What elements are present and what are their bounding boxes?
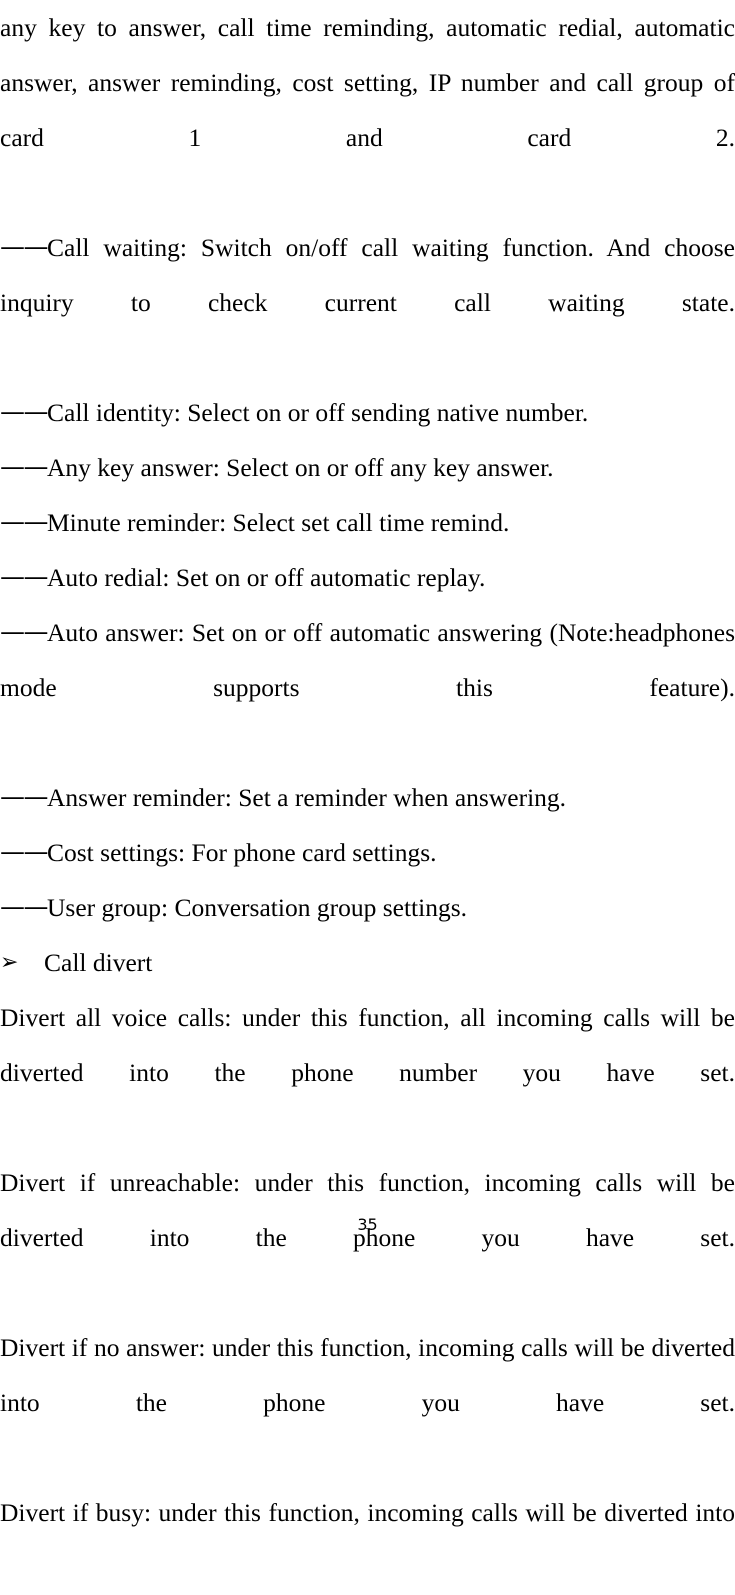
document-page: any key to answer, call time reminding, … <box>0 0 735 1527</box>
dash-item-text: Auto redial: Set on or off automatic rep… <box>47 563 486 592</box>
dash-item-user-group: ——User group: Conversation group setting… <box>0 880 735 935</box>
section-heading-call-divert: ➢ Call divert <box>0 935 735 990</box>
em-dash-prefix-icon: —— <box>0 507 49 536</box>
section-heading-label: Call divert <box>44 948 153 977</box>
divert-paragraph-all-voice-calls: Divert all voice calls: under this funct… <box>0 1003 735 1087</box>
dash-item-any-key-answer: ——Any key answer: Select on or off any k… <box>0 440 735 495</box>
dash-item-text: Answer reminder: Set a reminder when ans… <box>47 783 567 812</box>
page-footer: 35 <box>0 1214 735 1236</box>
dash-item-auto-redial: ——Auto redial: Set on or off automatic r… <box>0 550 735 605</box>
dash-item-call-identity: ——Call identity: Select on or off sendin… <box>0 385 735 440</box>
dash-item-minute-reminder: ——Minute reminder: Select set call time … <box>0 495 735 550</box>
dash-item-auto-answer: ——Auto answer: Set on or off automatic a… <box>0 605 735 770</box>
dash-item-text: User group: Conversation group settings. <box>47 893 467 922</box>
em-dash-prefix-icon: —— <box>0 782 49 811</box>
dash-item-text: Auto answer: Set on or off automatic ans… <box>0 618 735 702</box>
paragraph-continuation: any key to answer, call time reminding, … <box>0 13 735 152</box>
em-dash-prefix-icon: —— <box>0 617 49 646</box>
dash-item-text: Call identity: Select on or off sending … <box>47 398 589 427</box>
dash-item-cost-settings: ——Cost settings: For phone card settings… <box>0 825 735 880</box>
divert-paragraph-no-answer: Divert if no answer: under this function… <box>0 1333 735 1417</box>
dash-item-call-waiting: ——Call waiting: Switch on/off call waiti… <box>0 220 735 385</box>
divert-paragraph-busy: Divert if busy: under this function, inc… <box>0 1498 735 1527</box>
divert-paragraph-unreachable: Divert if unreachable: under this functi… <box>0 1168 735 1252</box>
page-body: any key to answer, call time reminding, … <box>0 0 735 1595</box>
dash-item-answer-reminder: ——Answer reminder: Set a reminder when a… <box>0 770 735 825</box>
arrow-bullet-icon: ➢ <box>0 950 19 975</box>
dash-item-text: Any key answer: Select on or off any key… <box>47 453 554 482</box>
em-dash-prefix-icon: —— <box>0 397 49 426</box>
em-dash-prefix-icon: —— <box>0 892 49 921</box>
em-dash-prefix-icon: —— <box>0 562 49 591</box>
page-number: 35 <box>357 1215 378 1234</box>
em-dash-prefix-icon: —— <box>0 837 49 866</box>
dash-item-text: Minute reminder: Select set call time re… <box>47 508 510 537</box>
dash-item-text: Call waiting: Switch on/off call waiting… <box>0 233 735 317</box>
dash-item-text: Cost settings: For phone card settings. <box>47 838 437 867</box>
em-dash-prefix-icon: —— <box>0 232 49 261</box>
em-dash-prefix-icon: —— <box>0 452 49 481</box>
